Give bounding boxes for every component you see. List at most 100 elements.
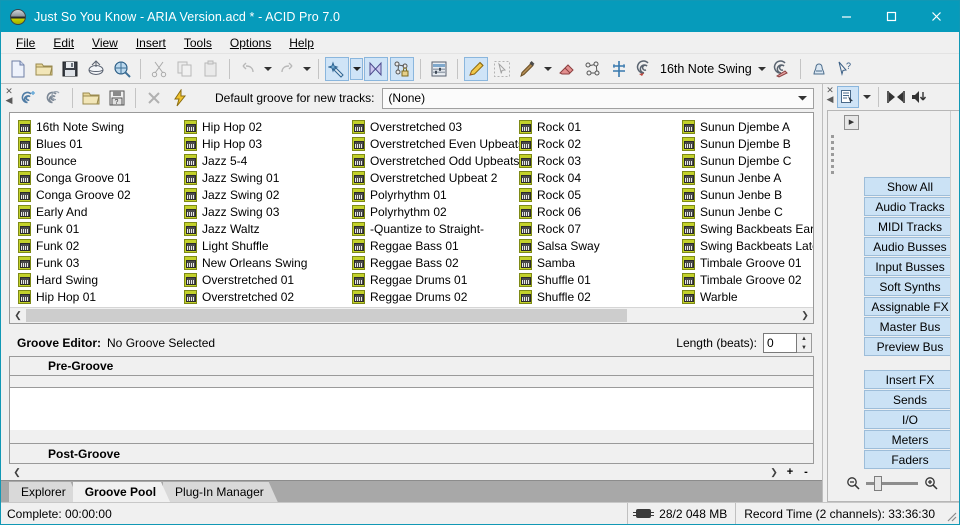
groove-editor-panel[interactable]: Pre-Groove Post-Groove	[9, 356, 814, 464]
panel-collapse-icon[interactable]: ◀	[6, 96, 13, 105]
mixing-console-icon[interactable]	[427, 57, 451, 81]
groove-item[interactable]: Shuffle 02	[515, 288, 678, 305]
audio-tracks-button[interactable]: Audio Tracks	[864, 197, 956, 216]
cut-icon[interactable]	[147, 57, 171, 81]
groove-item[interactable]: Reggae Drums 02	[348, 288, 515, 305]
redo-icon[interactable]	[275, 57, 299, 81]
groove-item[interactable]: Sunun Djembe C	[678, 152, 813, 169]
groove-item[interactable]: Rock 04	[515, 169, 678, 186]
groove-item[interactable]: Salsa Sway	[515, 237, 678, 254]
groove-tool-icon[interactable]	[633, 57, 657, 81]
menu-view[interactable]: View	[83, 34, 127, 52]
groove-list[interactable]: 16th Note Swing Blues 01 Bounce Conga Gr…	[9, 112, 814, 324]
new-groove-icon[interactable]	[16, 86, 40, 110]
groove-item[interactable]: Rock 07	[515, 220, 678, 237]
groove-editor-hscrollbar[interactable]: ❮ ❯ + -	[9, 464, 814, 480]
editor-scroll-left-icon[interactable]: ❮	[9, 464, 25, 480]
groove-list-hscrollbar[interactable]: ❮ ❯	[10, 307, 813, 323]
groove-item[interactable]: Bounce	[14, 152, 180, 169]
groove-item[interactable]: Funk 03	[14, 254, 180, 271]
groove-item[interactable]: Swing Backbeats Early	[678, 220, 813, 237]
groove-erase-icon[interactable]	[770, 57, 794, 81]
zoom-out-icon[interactable]	[846, 476, 860, 490]
default-groove-combobox[interactable]: (None)	[382, 87, 814, 109]
groove-item[interactable]: Light Shuffle	[180, 237, 348, 254]
groove-item[interactable]: Timbale Groove 01	[678, 254, 813, 271]
groove-item[interactable]: Rock 03	[515, 152, 678, 169]
maximize-button[interactable]	[869, 1, 914, 32]
draw-tool-icon[interactable]	[464, 56, 488, 81]
tab-plug-in-manager[interactable]: Plug-In Manager	[163, 482, 278, 502]
close-button[interactable]	[914, 1, 959, 32]
mixer-view-icon[interactable]	[837, 86, 859, 108]
groove-item[interactable]: Rock 01	[515, 118, 678, 135]
zoom-in-icon[interactable]	[924, 476, 938, 490]
panel-gripper[interactable]: ✕ ◀	[3, 85, 15, 111]
undo-dropdown-icon[interactable]	[261, 58, 274, 80]
groove-item[interactable]: Overstretched 03	[348, 118, 515, 135]
groove-dropdown-icon[interactable]	[756, 58, 769, 80]
time-selection-icon[interactable]	[607, 57, 631, 81]
groove-item[interactable]: Overstretched 01	[180, 271, 348, 288]
scroll-left-icon[interactable]: ❮	[10, 308, 26, 323]
snapping-dropdown-icon[interactable]	[350, 57, 363, 80]
mixer-view-dropdown-icon[interactable]	[860, 86, 873, 108]
spinner-down-icon[interactable]: ▼	[797, 343, 811, 352]
paste-icon[interactable]	[199, 57, 223, 81]
groove-item[interactable]: Sunun Djembe B	[678, 135, 813, 152]
envelope-tool-icon[interactable]	[581, 57, 605, 81]
groove-item[interactable]: Jazz 5-4	[180, 152, 348, 169]
mixer-vscrollbar[interactable]	[950, 111, 959, 501]
zoom-slider-thumb[interactable]	[873, 475, 882, 491]
automation-lock-icon[interactable]	[390, 56, 414, 81]
zoom-slider[interactable]	[865, 475, 918, 491]
mixer-expand-icon[interactable]: ▶	[844, 114, 859, 130]
groove-item[interactable]: Overstretched 02	[180, 288, 348, 305]
tab-groove-pool[interactable]: Groove Pool	[73, 482, 170, 502]
remove-groove-marker-button[interactable]: -	[798, 465, 814, 480]
save-groove-icon[interactable]: ?	[105, 86, 129, 110]
whats-this-icon[interactable]	[807, 57, 831, 81]
groove-item[interactable]: Sunun Jenbe C	[678, 203, 813, 220]
groove-item[interactable]: Rock 05	[515, 186, 678, 203]
menu-file[interactable]: File	[7, 34, 44, 52]
groove-item[interactable]: Rock 02	[515, 135, 678, 152]
menu-edit[interactable]: Edit	[44, 34, 83, 52]
input-busses-button[interactable]: Input Busses	[864, 257, 956, 276]
faders-button[interactable]: Faders	[864, 450, 956, 469]
master-bus-button[interactable]: Master Bus	[864, 317, 956, 336]
groove-item[interactable]: Funk 01	[14, 220, 180, 237]
menu-options[interactable]: Options	[221, 34, 280, 52]
soft-synths-button[interactable]: Soft Synths	[864, 277, 956, 296]
groove-item[interactable]: Hip Hop 02	[180, 118, 348, 135]
open-folder-icon[interactable]	[32, 57, 56, 81]
open-groove-icon[interactable]	[79, 86, 103, 110]
menu-insert[interactable]: Insert	[127, 34, 175, 52]
groove-item[interactable]: Overstretched Upbeat 2	[348, 169, 515, 186]
scroll-right-icon[interactable]: ❯	[797, 308, 813, 323]
selection-tool-icon[interactable]	[490, 57, 514, 81]
groove-item[interactable]: Samba	[515, 254, 678, 271]
preview-bus-button[interactable]: Preview Bus	[864, 337, 956, 356]
groove-item[interactable]: Reggae Drums 01	[348, 271, 515, 288]
editor-hscroll-track[interactable]	[25, 465, 766, 480]
groove-item[interactable]: New Orleans Swing	[180, 254, 348, 271]
redo-dropdown-icon[interactable]	[300, 58, 313, 80]
mixer-panel-gripper[interactable]: ✕ ◀	[824, 84, 836, 110]
insert-fx-button[interactable]: Insert FX	[864, 370, 956, 389]
menu-help[interactable]: Help	[280, 34, 323, 52]
groove-item[interactable]: Polyrhythm 01	[348, 186, 515, 203]
groove-item[interactable]: Funk 02	[14, 237, 180, 254]
save-icon[interactable]	[58, 57, 82, 81]
groove-item[interactable]: Rock 06	[515, 203, 678, 220]
new-icon[interactable]	[6, 57, 30, 81]
length-beats-spinner[interactable]: ▲ ▼	[797, 333, 812, 353]
groove-item[interactable]: Shuffle 01	[515, 271, 678, 288]
apply-groove-icon[interactable]	[168, 86, 192, 110]
groove-item[interactable]: Conga Groove 01	[14, 169, 180, 186]
groove-item[interactable]: Warble	[678, 288, 813, 305]
auto-crossfades-icon[interactable]	[364, 56, 388, 81]
groove-item[interactable]: Blues 01	[14, 135, 180, 152]
add-groove-marker-button[interactable]: +	[782, 465, 798, 480]
groove-item[interactable]: Sunun Jenbe A	[678, 169, 813, 186]
